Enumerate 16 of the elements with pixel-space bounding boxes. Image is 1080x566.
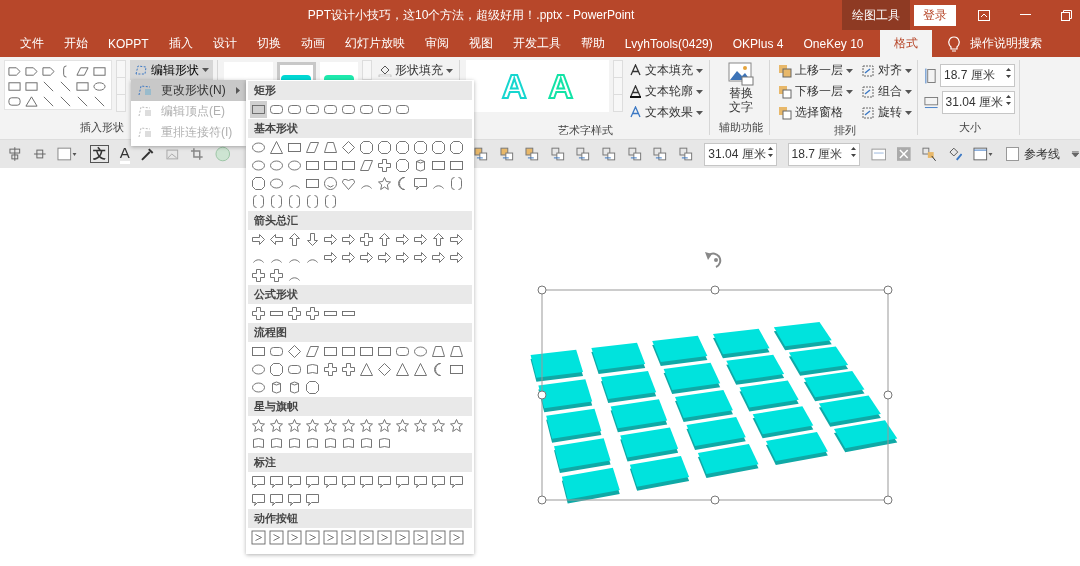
guides-label: 参考线 [1024,145,1061,163]
section-header: 标注 [248,453,472,472]
window-title: PPT设计小技巧，这10个方法，超级好用！.pptx - PowerPoint [307,6,635,24]
context-tab-group: 绘图工具 [842,0,910,30]
section-header: 星与旗帜 [248,397,472,416]
group-label: 排列 [833,123,856,138]
group-label: 大小 [958,120,981,135]
section-header: 矩形 [248,81,472,100]
section-header: 箭头总汇 [248,211,472,230]
section-header: 流程图 [248,323,472,342]
group-label: 辅助功能 [718,120,763,135]
group-label: 插入形状 [79,120,124,135]
section-header: 公式形状 [248,285,472,304]
section-header: 动作按钮 [248,509,472,528]
section-header: 基本形状 [248,119,472,138]
group-label: 艺术字样式 [558,123,613,138]
